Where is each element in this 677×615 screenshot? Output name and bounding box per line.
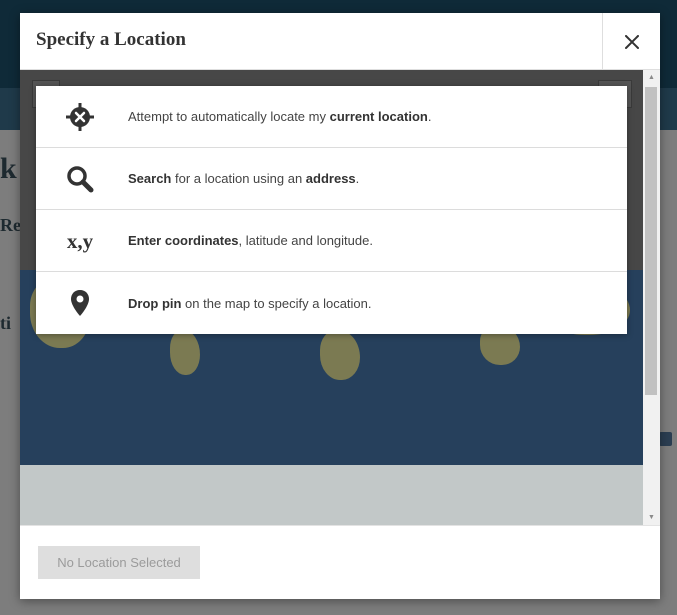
option-search-address-text: Search for a location using an address.: [128, 171, 360, 186]
location-options-list: Attempt to automatically locate my curre…: [36, 86, 627, 334]
specify-location-modal: Specify a Location ▲ ▼ Attempt to automa…: [20, 13, 660, 599]
map-polar-ice: [20, 465, 643, 525]
backdrop-heading-fragment: k: [0, 152, 17, 185]
backdrop-section-fragment: ti: [0, 313, 11, 333]
close-icon: [624, 34, 639, 49]
option-current-location[interactable]: Attempt to automatically locate my curre…: [36, 86, 627, 148]
option-drop-pin[interactable]: Drop pin on the map to specify a locatio…: [36, 272, 627, 334]
facebook-icon: [659, 432, 672, 446]
scroll-up-arrow-icon[interactable]: ▲: [643, 70, 660, 85]
map-landmass: [170, 330, 200, 375]
close-button[interactable]: [602, 13, 660, 70]
scroll-down-arrow-icon[interactable]: ▼: [643, 510, 660, 525]
option-drop-pin-text: Drop pin on the map to specify a locatio…: [128, 295, 372, 311]
option-enter-coordinates[interactable]: x,y Enter coordinates, latitude and long…: [36, 210, 627, 272]
no-location-selected-button[interactable]: No Location Selected: [38, 546, 200, 579]
modal-scrollbar[interactable]: ▲ ▼: [643, 70, 660, 525]
modal-footer: No Location Selected: [20, 525, 660, 599]
modal-title: Specify a Location: [36, 29, 186, 50]
option-search-address[interactable]: Search for a location using an address.: [36, 148, 627, 210]
modal-header: Specify a Location: [20, 13, 660, 70]
coordinates-xy-icon: x,y: [66, 228, 94, 253]
crosshair-locate-icon: [60, 86, 100, 148]
map-pin-icon: [60, 272, 100, 334]
scroll-thumb[interactable]: [645, 87, 657, 395]
option-current-location-text: Attempt to automatically locate my curre…: [128, 109, 432, 124]
magnifier-search-icon: [60, 148, 100, 210]
map-landmass: [320, 330, 360, 380]
modal-body: ▲ ▼ Attempt to automatically locate my c…: [20, 70, 660, 525]
option-enter-coordinates-text: Enter coordinates, latitude and longitud…: [128, 233, 373, 248]
backdrop-subheading-fragment: Re: [0, 215, 21, 235]
